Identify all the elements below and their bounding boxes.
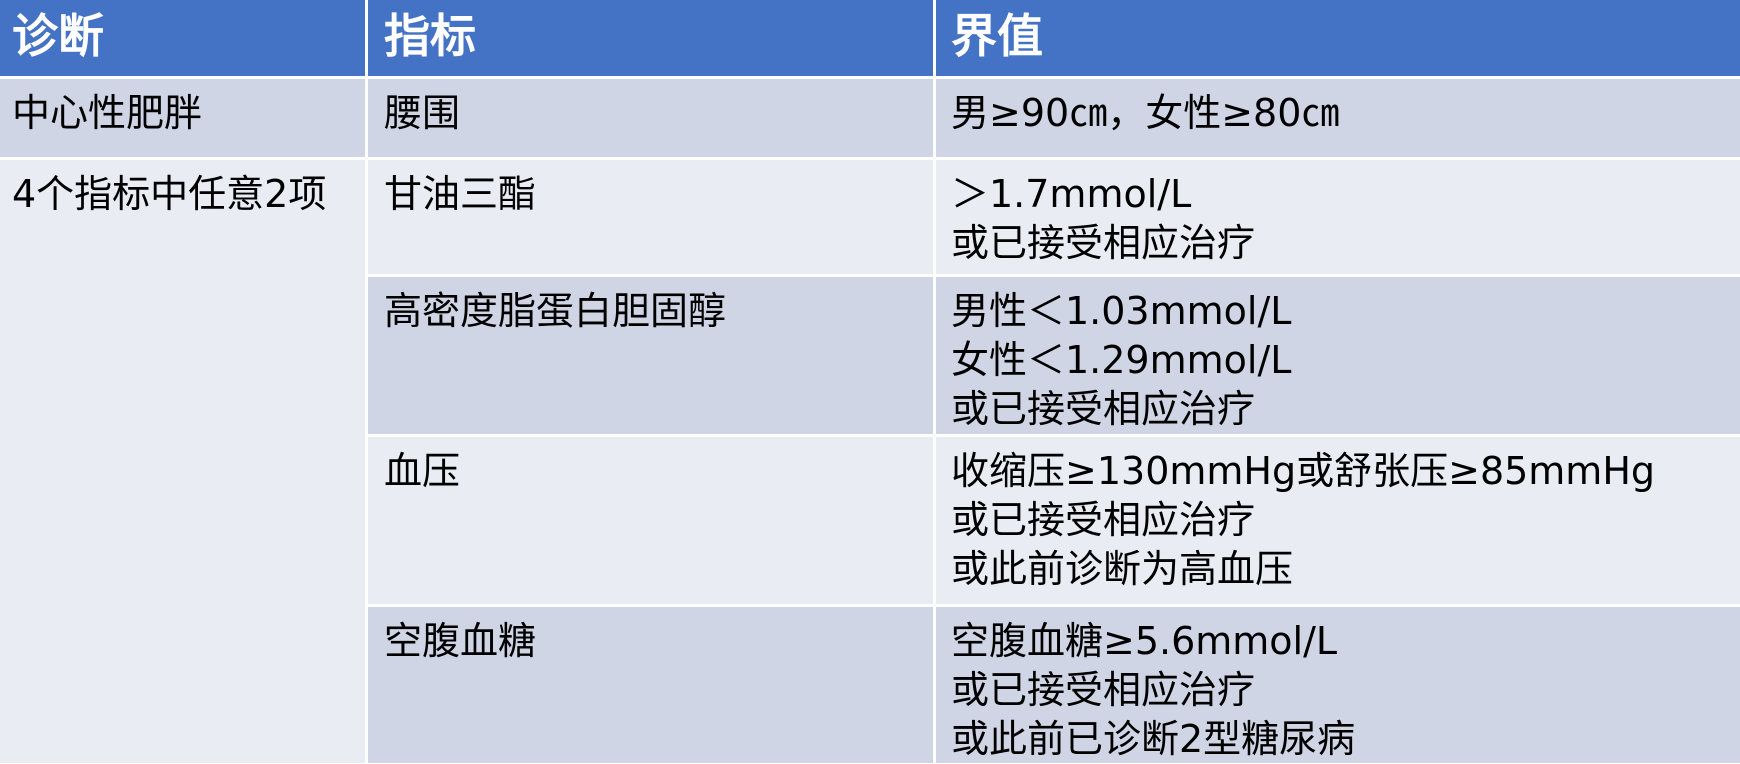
threshold-line: 空腹血糖≥5.6mmol/L [951,619,1338,663]
threshold-triglycerides: ＞1.7mmol/L 或已接受相应治疗 [936,160,1740,274]
header-diagnosis: 诊断 [0,0,365,76]
threshold-line: 或此前已诊断2型糖尿病 [951,717,1356,761]
threshold-line: 收缩压≥130mmHg或舒张压≥85mmHg [951,449,1656,493]
threshold-line: 或此前诊断为高血压 [951,547,1294,591]
threshold-line: 或已接受相应治疗 [951,221,1256,265]
threshold-waist: 男≥90㎝，女性≥80㎝ [936,79,1740,157]
threshold-line: 或已接受相应治疗 [951,498,1256,542]
indicator-hdl-cholesterol: 高密度脂蛋白胆固醇 [368,277,933,434]
threshold-line: ＞1.7mmol/L [951,172,1192,216]
header-threshold: 界值 [936,0,1740,76]
threshold-line: 男≥90㎝，女性≥80㎝ [951,91,1340,135]
indicator-blood-pressure: 血压 [368,437,933,604]
threshold-line: 或已接受相应治疗 [951,387,1256,431]
threshold-blood-pressure: 收缩压≥130mmHg或舒张压≥85mmHg 或已接受相应治疗 或此前诊断为高血… [936,437,1740,604]
indicator-triglycerides: 甘油三酯 [368,160,933,274]
metabolic-syndrome-criteria-table: 诊断 指标 界值 中心性肥胖 腰围 男≥90㎝，女性≥80㎝ 4个指标中任意2项… [0,0,1740,763]
indicator-waist: 腰围 [368,79,933,157]
threshold-line: 男性＜1.03mmol/L [951,289,1292,333]
diagnosis-central-obesity: 中心性肥胖 [0,79,365,157]
diagnosis-any-two-indicators: 4个指标中任意2项 [0,160,365,763]
header-indicator: 指标 [368,0,933,76]
threshold-fasting-glucose: 空腹血糖≥5.6mmol/L 或已接受相应治疗 或此前已诊断2型糖尿病 [936,607,1740,763]
threshold-line: 或已接受相应治疗 [951,668,1256,712]
threshold-line: 女性＜1.29mmol/L [951,338,1292,382]
indicator-fasting-glucose: 空腹血糖 [368,607,933,763]
threshold-hdl-cholesterol: 男性＜1.03mmol/L 女性＜1.29mmol/L 或已接受相应治疗 [936,277,1740,434]
